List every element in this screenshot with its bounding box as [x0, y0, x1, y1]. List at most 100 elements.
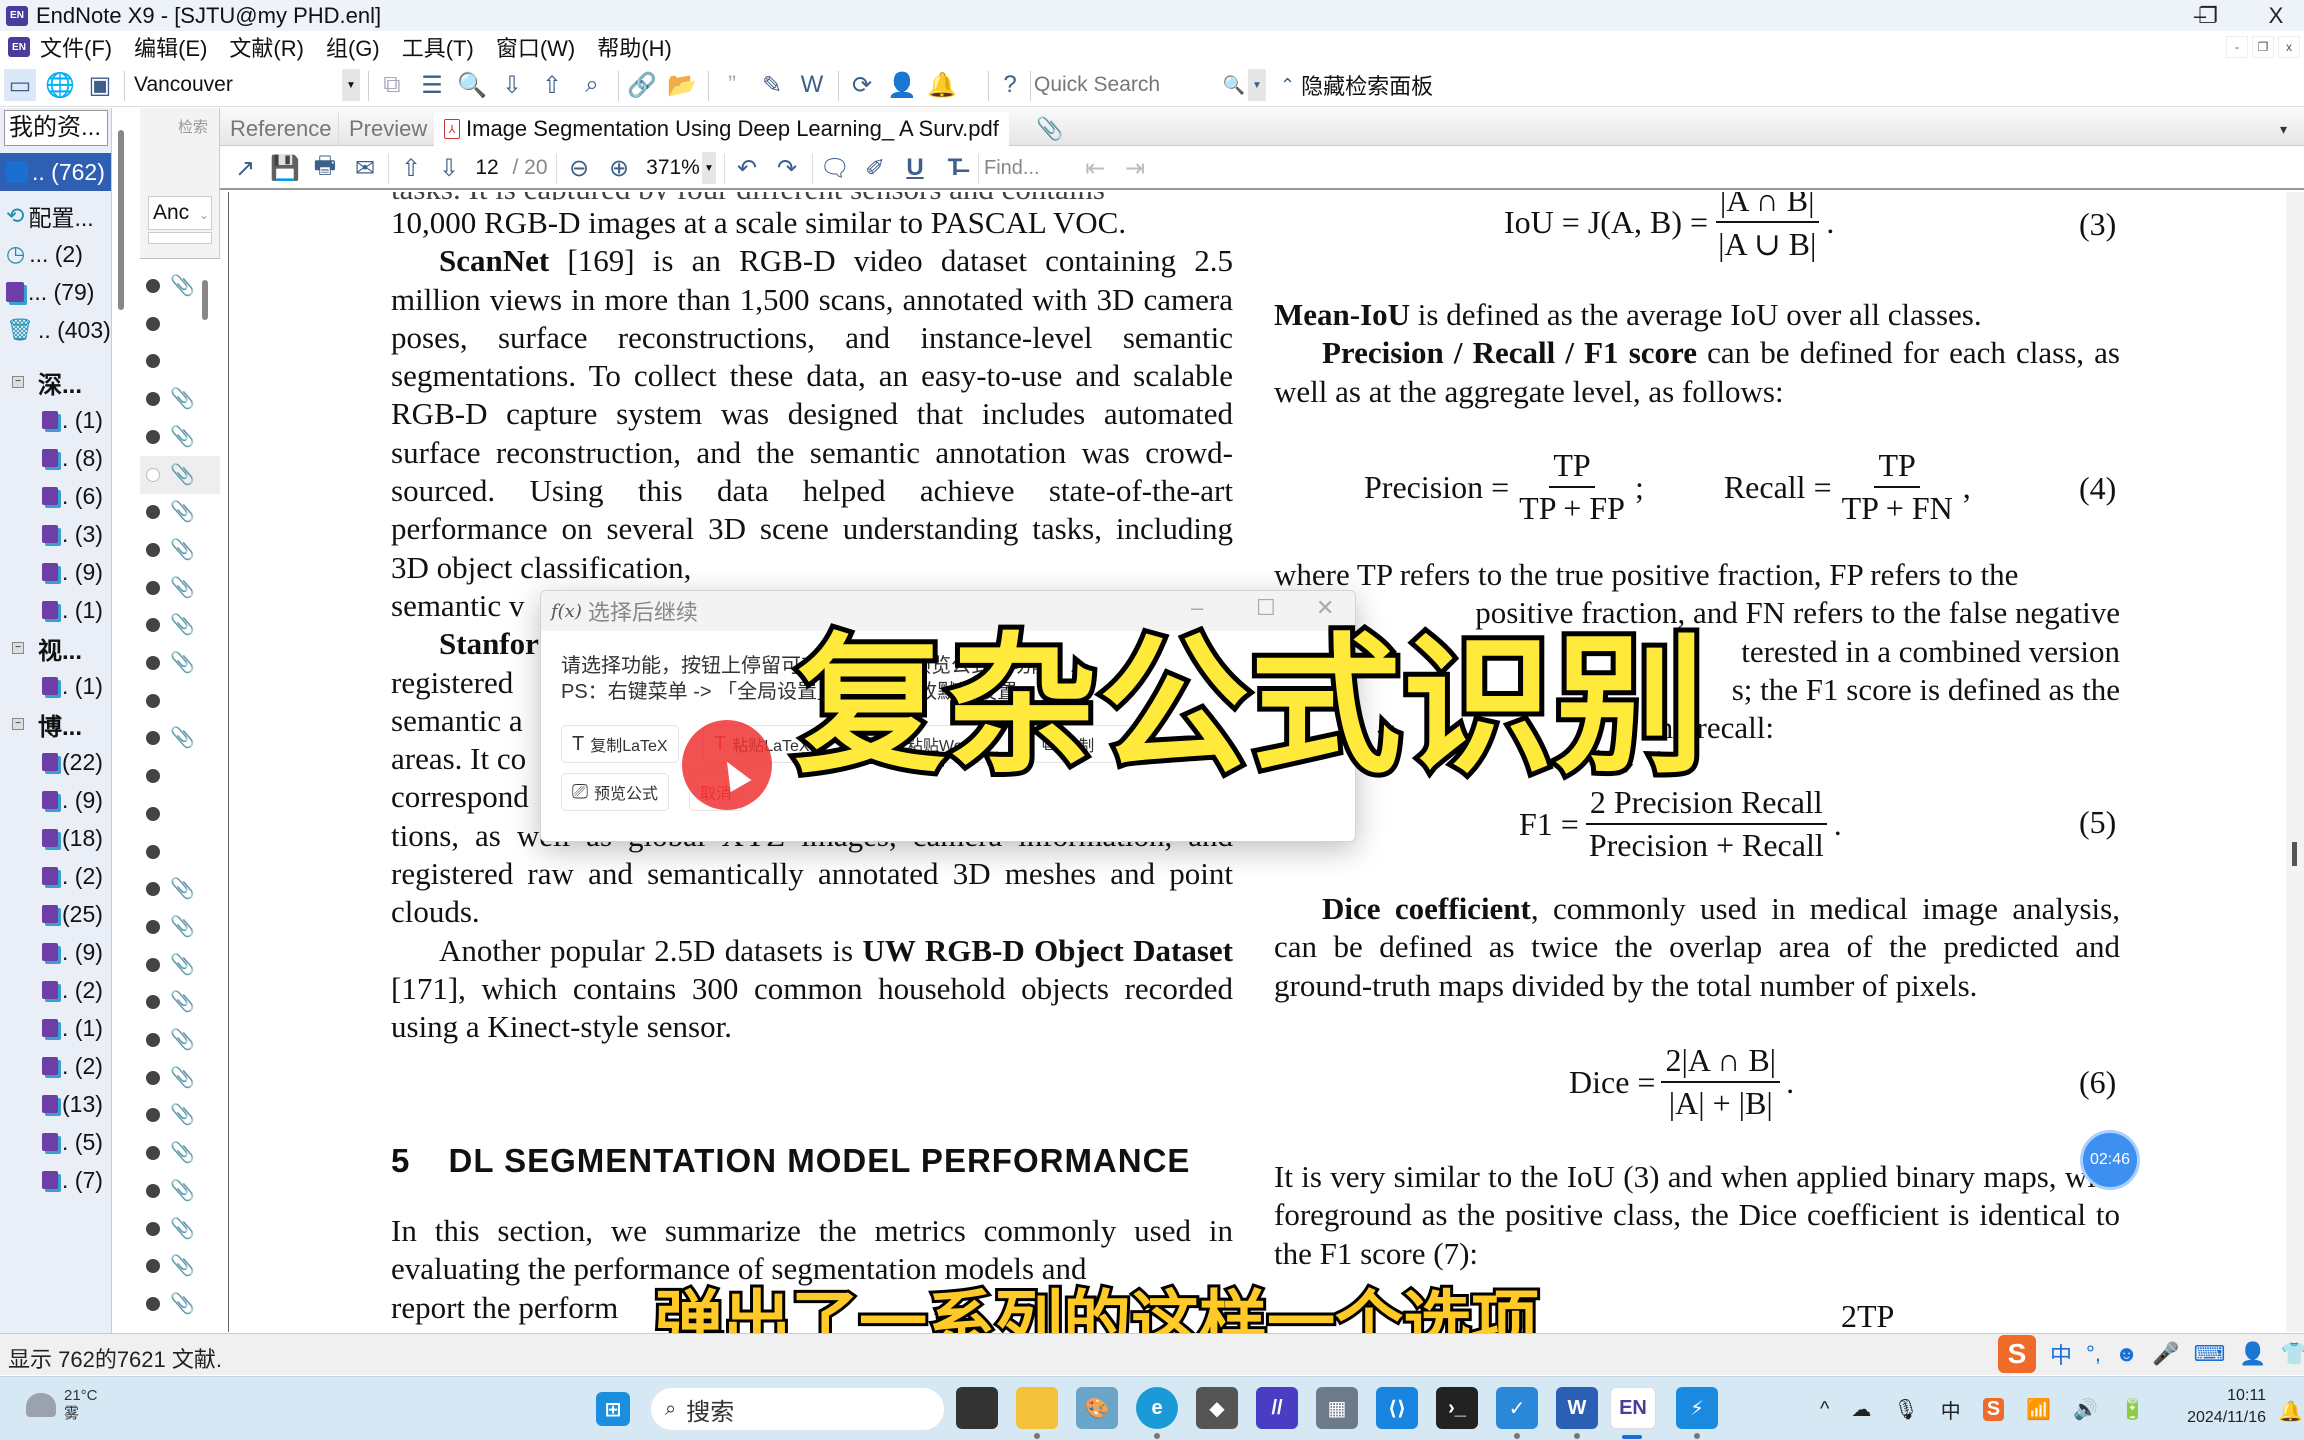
attachment-icon[interactable]: 📎 — [1026, 112, 1073, 146]
group-item[interactable]: . (9) — [0, 933, 111, 971]
read-status-icon[interactable] — [146, 656, 160, 670]
find-next-icon[interactable]: ⇥ — [1120, 152, 1150, 184]
activity-icon[interactable]: 🔔 — [926, 69, 958, 101]
highlight-icon[interactable]: ✐ — [860, 152, 890, 184]
read-status-icon[interactable] — [146, 1033, 160, 1047]
zoom-dropdown[interactable]: ▼ — [702, 152, 716, 184]
strikethrough-icon[interactable]: T̶ — [940, 152, 970, 184]
thunder-icon[interactable]: ⚡ — [1676, 1387, 1718, 1429]
group-item[interactable]: (25) — [0, 895, 111, 933]
print-icon[interactable]: 🖶 — [310, 152, 340, 184]
read-status-icon[interactable] — [146, 1108, 160, 1123]
group-item[interactable]: . (9) — [0, 553, 111, 591]
collapse-icon[interactable]: − — [12, 376, 24, 388]
find-input[interactable]: Find... — [984, 152, 1064, 184]
preview-formula-button[interactable]: ⎚ 预览公式 — [561, 773, 670, 811]
tab-pdf[interactable]: ⅄ Image Segmentation Using Deep Learning… — [434, 112, 1009, 146]
reference-row[interactable]: 📎 — [140, 380, 220, 418]
integrated-library-icon[interactable]: ▣ — [84, 69, 116, 101]
wifi-icon[interactable]: 📶 — [2026, 1397, 2051, 1422]
read-status-icon[interactable] — [146, 316, 160, 331]
reference-row[interactable]: 📎 — [140, 531, 220, 569]
reference-row[interactable]: 📎 — [140, 418, 220, 456]
read-status-icon[interactable] — [146, 919, 160, 934]
reference-row[interactable]: 📎 — [140, 569, 220, 607]
read-status-icon[interactable] — [146, 1146, 160, 1161]
ime-chinese-mode-icon[interactable]: 中 — [2050, 1338, 2072, 1370]
start-button[interactable]: ⊞ — [596, 1392, 630, 1426]
reference-row[interactable]: 📎 — [140, 1021, 220, 1059]
menu-file[interactable]: 文件(F) — [40, 31, 112, 63]
microphone-icon[interactable]: 🎙 — [1893, 1397, 1918, 1422]
read-status-icon[interactable] — [146, 731, 160, 746]
my-library-header[interactable]: 我的资... — [4, 110, 108, 146]
read-status-icon[interactable] — [146, 618, 160, 633]
copy-to-library-icon[interactable]: ⧉ — [376, 69, 408, 101]
ime-emoji-icon[interactable]: ☻ — [2115, 1341, 2138, 1367]
reference-row[interactable]: 📎 — [140, 1059, 220, 1097]
reference-row[interactable]: 📎 — [140, 870, 220, 908]
ime-skin-icon[interactable]: 👕 — [2281, 1341, 2304, 1367]
read-status-icon[interactable] — [146, 580, 160, 595]
format-bibliography-icon[interactable]: ✎ — [756, 69, 788, 101]
menu-help[interactable]: 帮助(H) — [597, 31, 672, 63]
onedrive-icon[interactable]: ☁ — [1851, 1397, 1871, 1422]
share-icon[interactable]: 👤 — [886, 69, 918, 101]
email-icon[interactable]: ✉ — [350, 152, 380, 184]
previous-page-icon[interactable]: ⇧ — [396, 152, 426, 184]
read-status-icon[interactable] — [146, 806, 160, 821]
tab-preview[interactable]: Preview — [338, 112, 437, 146]
obsidian-icon[interactable]: ◆ — [1196, 1387, 1238, 1429]
panel-layout-dropdown-icon[interactable]: ▾ — [2270, 112, 2297, 146]
read-status-icon[interactable] — [146, 844, 160, 859]
show-hidden-icons[interactable]: ^ — [1820, 1398, 1829, 1421]
online-search-magnifier-icon[interactable]: 🔍 — [456, 69, 488, 101]
group-item[interactable]: . (2) — [0, 857, 111, 895]
task-view-icon[interactable] — [956, 1387, 998, 1429]
search-field-select[interactable]: Anc ⌄ — [148, 196, 212, 230]
read-status-icon[interactable] — [146, 354, 160, 369]
chevron-down-icon[interactable]: ▼ — [342, 69, 360, 101]
search-icon[interactable]: 🔍 — [1218, 69, 1250, 101]
reference-row[interactable]: 📎 — [140, 908, 220, 946]
group-all-references[interactable]: .. (762) — [0, 153, 111, 191]
local-library-icon[interactable]: ▭ — [4, 69, 36, 101]
group-item[interactable]: . (1) — [0, 667, 111, 705]
read-status-icon[interactable] — [146, 1070, 160, 1085]
reference-row[interactable]: 📎 — [140, 1172, 220, 1210]
endnote-taskbar-icon[interactable]: EN — [1610, 1387, 1656, 1429]
menu-window[interactable]: 窗口(W) — [496, 31, 575, 63]
menu-tools[interactable]: 工具(T) — [402, 31, 474, 63]
reference-row[interactable] — [140, 682, 220, 720]
read-status-icon[interactable] — [146, 1259, 160, 1274]
groups-scrollbar[interactable] — [118, 120, 124, 1320]
search-field-select-2[interactable] — [148, 232, 212, 244]
ime-voice-icon[interactable]: 🎤 — [2152, 1341, 2179, 1367]
open-link-icon[interactable]: 🔗 — [626, 69, 658, 101]
export-icon[interactable]: ⇧ — [536, 69, 568, 101]
ime-punctuation-icon[interactable]: °, — [2086, 1341, 2101, 1367]
group-item[interactable]: . (6) — [0, 477, 111, 515]
reference-row[interactable] — [140, 757, 220, 795]
weather-widget[interactable]: 21°C 雾 — [26, 1387, 98, 1423]
underline-icon[interactable]: U — [900, 152, 930, 184]
group-item[interactable]: . (3) — [0, 515, 111, 553]
unread-status-icon[interactable] — [146, 467, 160, 482]
menu-groups[interactable]: 组(G) — [326, 31, 380, 63]
reference-row[interactable]: 📎 — [140, 606, 220, 644]
maple-icon[interactable]: // — [1256, 1387, 1298, 1429]
note-icon[interactable]: 🗨 — [820, 152, 850, 184]
mdi-minimize-button[interactable]: - — [2226, 36, 2248, 58]
group-item[interactable]: . (2) — [0, 971, 111, 1009]
paint-icon[interactable]: 🎨 — [1076, 1387, 1118, 1429]
close-button[interactable]: X — [2248, 0, 2304, 31]
read-status-icon[interactable] — [146, 1183, 160, 1198]
reference-row[interactable]: 📎 — [140, 1134, 220, 1172]
code-app-icon[interactable]: ⟨⟩ — [1376, 1387, 1418, 1429]
group-recently-added[interactable]: ◷ ... (2) — [0, 235, 111, 273]
sync-icon[interactable]: ⟳ — [846, 69, 878, 101]
rotate-left-icon[interactable]: ↶ — [732, 152, 762, 184]
current-page-input[interactable]: 12 — [472, 152, 502, 184]
read-status-icon[interactable] — [146, 957, 160, 972]
read-status-icon[interactable] — [146, 995, 160, 1010]
